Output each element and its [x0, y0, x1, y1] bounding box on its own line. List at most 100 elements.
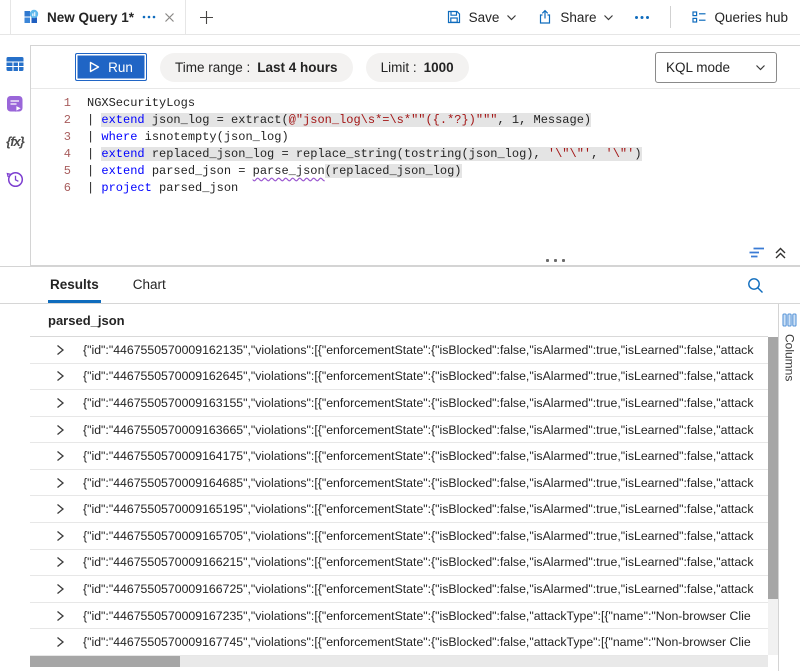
- tab-bar: New Query 1* Save: [0, 0, 800, 35]
- row-json-text: {"id":"4467550570009165195","violations"…: [83, 502, 768, 516]
- run-button[interactable]: Run: [75, 53, 147, 81]
- table-row[interactable]: {"id":"4467550570009167745","violations"…: [30, 629, 768, 656]
- expand-row-icon[interactable]: [55, 636, 65, 648]
- save-icon: [446, 9, 462, 25]
- expand-row-icon[interactable]: [55, 583, 65, 595]
- format-query-icon[interactable]: [748, 245, 765, 260]
- editor-tools: [748, 245, 788, 260]
- play-icon: [89, 61, 100, 73]
- adx-app-icon: [23, 9, 39, 25]
- new-tab-button[interactable]: [199, 10, 214, 25]
- row-json-text: {"id":"4467550570009165705","violations"…: [83, 529, 768, 543]
- results-grid: parsed_json {"id":"4467550570009162135",…: [30, 304, 768, 671]
- code-text: NGXSecurityLogs: [71, 95, 195, 112]
- table-row[interactable]: {"id":"4467550570009167235","violations"…: [30, 603, 768, 630]
- tab-title: New Query 1*: [47, 10, 134, 25]
- more-options-button[interactable]: [634, 15, 650, 20]
- code-line[interactable]: 2| extend json_log = extract(@"json_log\…: [31, 112, 800, 129]
- table-row[interactable]: {"id":"4467550570009162645","violations"…: [30, 364, 768, 391]
- horizontal-scrollbar[interactable]: [30, 656, 768, 667]
- limit-label: Limit :: [381, 60, 417, 75]
- line-number: 2: [31, 112, 71, 129]
- code-line[interactable]: 4| extend replaced_json_log = replace_st…: [31, 146, 800, 163]
- queries-hub-button[interactable]: Queries hub: [691, 9, 788, 25]
- code-line[interactable]: 6| project parsed_json: [31, 180, 800, 197]
- expand-row-icon[interactable]: [55, 344, 65, 356]
- columns-icon[interactable]: [782, 313, 797, 327]
- limit-picker[interactable]: Limit : 1000: [366, 53, 469, 82]
- columns-side-panel[interactable]: Columns: [778, 304, 800, 671]
- query-mode-select[interactable]: KQL mode: [655, 52, 777, 83]
- line-number: 3: [31, 129, 71, 146]
- code-line[interactable]: 5| extend parsed_json = parse_json(repla…: [31, 163, 800, 180]
- row-json-text: {"id":"4467550570009163665","violations"…: [83, 423, 768, 437]
- expand-row-icon[interactable]: [55, 450, 65, 462]
- row-json-text: {"id":"4467550570009162645","violations"…: [83, 369, 768, 383]
- column-header-label: parsed_json: [48, 313, 125, 328]
- grid-rows: {"id":"4467550570009162135","violations"…: [30, 337, 768, 656]
- expand-row-icon[interactable]: [55, 477, 65, 489]
- table-row[interactable]: {"id":"4467550570009166215","violations"…: [30, 550, 768, 577]
- expand-row-icon[interactable]: [55, 610, 65, 622]
- code-line[interactable]: 3| where isnotempty(json_log): [31, 129, 800, 146]
- code-editor[interactable]: 1NGXSecurityLogs2| extend json_log = ext…: [31, 89, 800, 197]
- sidebar-item-function-icon[interactable]: {fx}: [6, 134, 24, 149]
- tab-results[interactable]: Results: [48, 277, 101, 303]
- tab-chart[interactable]: Chart: [131, 277, 168, 303]
- results-tab-strip: Results Chart: [0, 267, 800, 304]
- search-icon[interactable]: [747, 277, 764, 294]
- table-row[interactable]: {"id":"4467550570009165195","violations"…: [30, 496, 768, 523]
- collapse-panel-icon[interactable]: [773, 246, 788, 260]
- code-text: | extend parsed_json = parse_json(replac…: [71, 163, 462, 180]
- query-toolbar: Run Time range : Last 4 hours Limit : 10…: [31, 46, 800, 89]
- table-row[interactable]: {"id":"4467550570009164685","violations"…: [30, 470, 768, 497]
- left-sidebar: {fx}: [0, 40, 30, 189]
- table-row[interactable]: {"id":"4467550570009166725","violations"…: [30, 576, 768, 603]
- column-header-parsed-json[interactable]: parsed_json: [30, 304, 768, 337]
- save-button[interactable]: Save: [446, 9, 518, 25]
- toolbar-divider: [670, 6, 671, 28]
- code-text: | where isnotempty(json_log): [71, 129, 289, 146]
- row-json-text: {"id":"4467550570009164685","violations"…: [83, 476, 768, 490]
- table-row[interactable]: {"id":"4467550570009162135","violations"…: [30, 337, 768, 364]
- expand-row-icon[interactable]: [55, 503, 65, 515]
- vertical-scrollbar[interactable]: [768, 337, 778, 655]
- code-line[interactable]: 1NGXSecurityLogs: [31, 95, 800, 112]
- table-row[interactable]: {"id":"4467550570009163155","violations"…: [30, 390, 768, 417]
- table-row[interactable]: {"id":"4467550570009164175","violations"…: [30, 443, 768, 470]
- sidebar-item-data-table-icon[interactable]: [5, 54, 25, 74]
- row-json-text: {"id":"4467550570009162135","violations"…: [83, 343, 768, 357]
- table-row[interactable]: {"id":"4467550570009163665","violations"…: [30, 417, 768, 444]
- panel-splitter-handle[interactable]: [546, 259, 565, 262]
- vertical-scrollbar-thumb[interactable]: [768, 337, 778, 599]
- queries-hub-label: Queries hub: [714, 10, 788, 25]
- row-json-text: {"id":"4467550570009166215","violations"…: [83, 555, 768, 569]
- row-json-text: {"id":"4467550570009166725","violations"…: [83, 582, 768, 596]
- tab-close-icon[interactable]: [164, 12, 175, 23]
- expand-row-icon[interactable]: [55, 556, 65, 568]
- tab-more-icon[interactable]: [142, 15, 156, 19]
- expand-row-icon[interactable]: [55, 397, 65, 409]
- line-number: 6: [31, 180, 71, 197]
- results-panel: Results Chart parsed_json {"id":"4467550…: [0, 266, 800, 671]
- horizontal-scrollbar-thumb[interactable]: [30, 656, 180, 667]
- results-grid-area: parsed_json {"id":"4467550570009162135",…: [30, 304, 800, 671]
- tab-new-query[interactable]: New Query 1*: [10, 0, 186, 34]
- row-json-text: {"id":"4467550570009164175","violations"…: [83, 449, 768, 463]
- expand-row-icon[interactable]: [55, 530, 65, 542]
- sidebar-item-history-icon[interactable]: [5, 169, 25, 189]
- expand-row-icon[interactable]: [55, 424, 65, 436]
- sidebar-item-saved-scripts-icon[interactable]: [5, 94, 25, 114]
- top-actions: Save Share: [446, 6, 800, 28]
- table-row[interactable]: {"id":"4467550570009165705","violations"…: [30, 523, 768, 550]
- share-button[interactable]: Share: [537, 9, 614, 25]
- share-label: Share: [560, 10, 596, 25]
- chevron-down-icon: [603, 14, 614, 21]
- line-number: 4: [31, 146, 71, 163]
- chevron-down-icon: [506, 14, 517, 21]
- code-text: | extend json_log = extract(@"json_log\s…: [71, 112, 591, 129]
- query-mode-value: KQL mode: [666, 60, 730, 75]
- expand-row-icon[interactable]: [55, 370, 65, 382]
- time-range-picker[interactable]: Time range : Last 4 hours: [160, 53, 353, 82]
- save-label: Save: [469, 10, 500, 25]
